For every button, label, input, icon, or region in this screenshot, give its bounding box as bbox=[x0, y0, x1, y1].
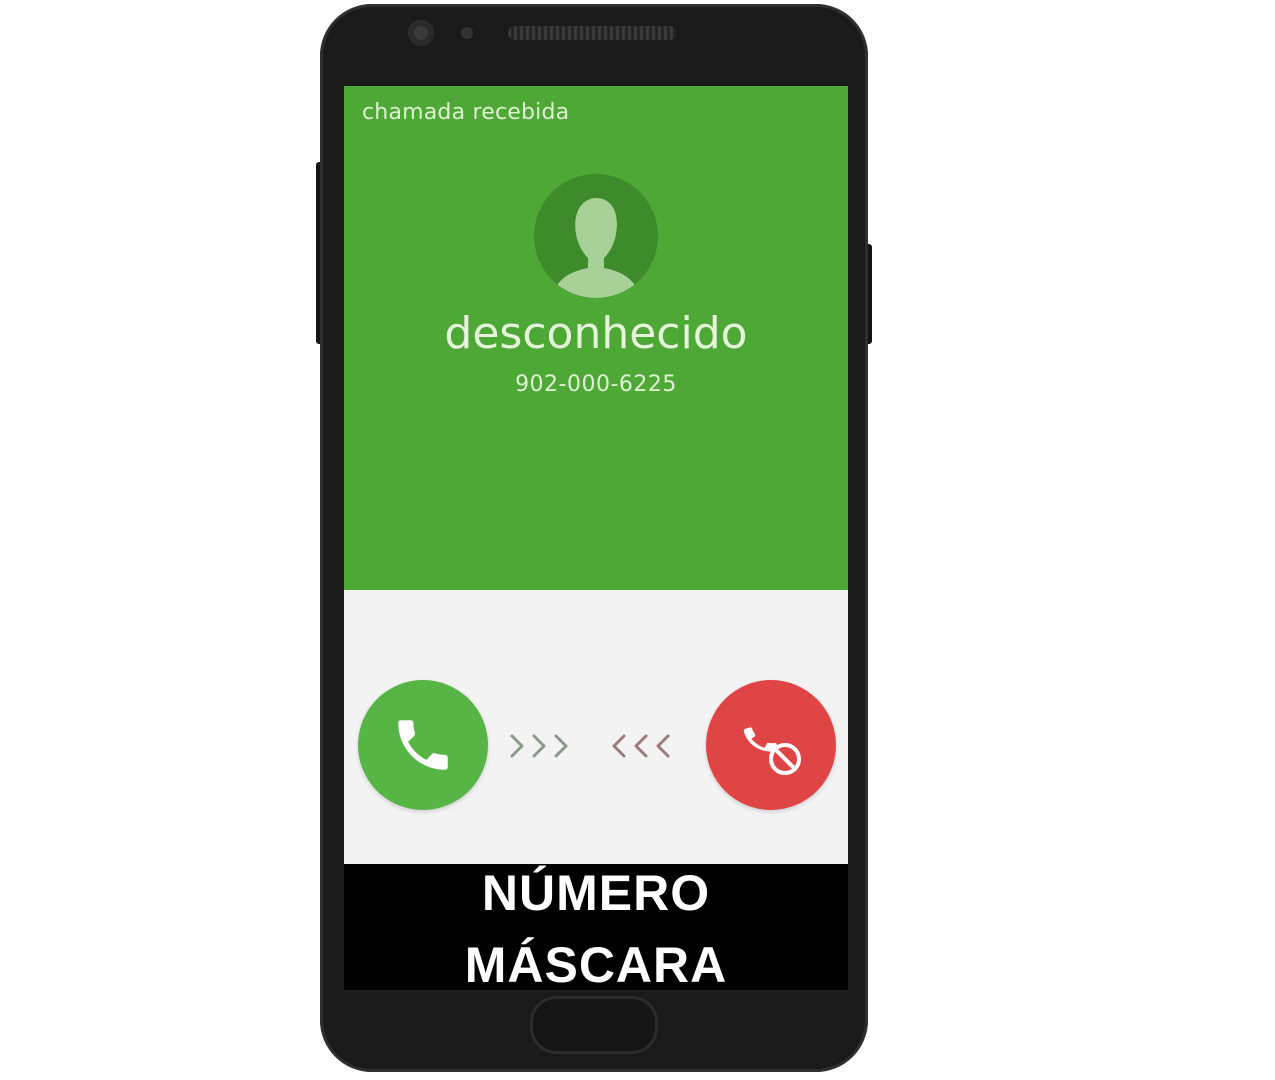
caller-number: 902-000-6225 bbox=[515, 372, 677, 397]
phone-icon bbox=[398, 720, 448, 770]
reject-call-button[interactable] bbox=[706, 680, 836, 810]
front-camera-icon bbox=[408, 20, 434, 46]
home-button[interactable] bbox=[530, 996, 658, 1054]
caller-header: chamada recebida desconhecido 902-000-62… bbox=[344, 86, 848, 590]
avatar-icon bbox=[534, 174, 658, 298]
phone-hangup-block-icon bbox=[743, 727, 801, 775]
caption-line-2: MÁSCARA bbox=[464, 937, 728, 990]
phone-screen: chamada recebida desconhecido 902-000-62… bbox=[344, 86, 848, 990]
caption-line-1: NÚMERO bbox=[481, 865, 711, 921]
accept-call-button[interactable] bbox=[358, 680, 488, 810]
phone-frame: chamada recebida desconhecido 902-000-62… bbox=[320, 4, 868, 1072]
caption-banner: NÚMERO MÁSCARA bbox=[344, 864, 848, 990]
sensor-icon bbox=[461, 27, 473, 39]
earpiece-speaker bbox=[508, 26, 676, 40]
call-status-label: chamada recebida bbox=[362, 100, 570, 125]
caller-name: desconhecido bbox=[444, 308, 748, 359]
swipe-left-chevrons-icon bbox=[612, 734, 670, 758]
swipe-right-chevrons-icon bbox=[510, 734, 568, 758]
